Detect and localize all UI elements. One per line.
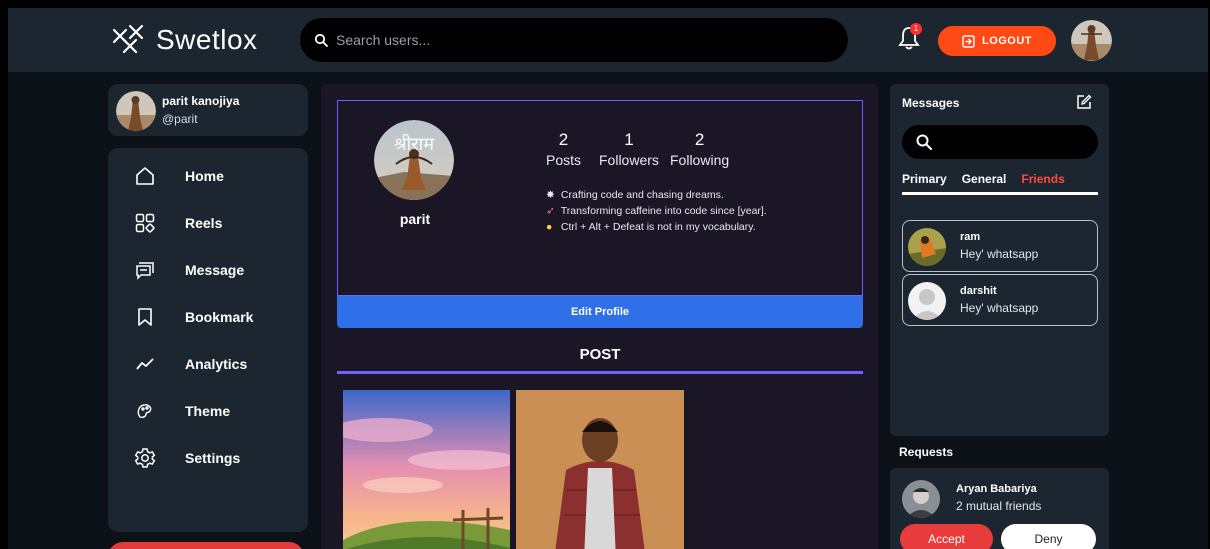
search-bar[interactable]: [300, 18, 848, 62]
app-frame: Swetlox 1 LOGOUT: [8, 8, 1208, 549]
logout-button[interactable]: LOGOUT: [938, 26, 1056, 56]
edit-profile-button[interactable]: Edit Profile: [337, 296, 863, 328]
avatar: [908, 228, 946, 266]
lightbulb-icon: ●: [546, 221, 553, 233]
sidebar-item-label: Bookmark: [185, 309, 254, 325]
notification-badge: 1: [910, 23, 922, 35]
sidebar-item-label: Reels: [185, 215, 223, 231]
stat-label: Following: [670, 152, 730, 168]
avatar: [116, 91, 156, 131]
sidebar-item-settings[interactable]: Settings: [108, 438, 308, 478]
tabs-underline: [902, 192, 1098, 195]
main-panel: श्रीराम parit 2 Posts 1 Followers 2 Foll…: [321, 84, 878, 549]
chat-name: ram: [960, 231, 981, 243]
sidebar-item-label: Theme: [185, 403, 231, 419]
logo-icon: [112, 24, 144, 54]
messages-tabs: Primary General Friends: [902, 172, 1098, 186]
avatar: [908, 282, 946, 320]
notifications-button[interactable]: 1: [898, 23, 922, 53]
settings-icon: [134, 447, 156, 469]
request-name: Aryan Babariya: [956, 483, 1037, 495]
sidebar-action-button[interactable]: [108, 542, 304, 549]
chat-preview: Hey' whatsapp: [960, 301, 1039, 315]
app-name: Swetlox: [156, 24, 258, 55]
search-icon: [314, 33, 328, 47]
profile-avatar[interactable]: श्रीराम: [374, 120, 454, 200]
header-avatar[interactable]: [1071, 20, 1112, 61]
friend-request-card: Aryan Babariya 2 mutual friends Accept D…: [890, 468, 1109, 549]
chat-preview: Hey' whatsapp: [960, 247, 1039, 261]
user-card[interactable]: parit kanojiya @parit: [108, 84, 308, 136]
accept-button[interactable]: Accept: [900, 524, 993, 549]
stat-value: 1: [624, 130, 634, 149]
messages-title: Messages: [902, 96, 960, 110]
avatar: [902, 480, 940, 518]
stat-label: Followers: [599, 152, 659, 168]
post-thumbnail[interactable]: [343, 390, 510, 549]
stat-following[interactable]: 2 Following: [670, 130, 729, 168]
sidebar-nav: Home Reels Message Bookmark Analytics Th…: [108, 148, 308, 532]
analytics-icon: [134, 353, 156, 375]
sidebar-item-label: Analytics: [185, 356, 248, 372]
stat-value: 2: [558, 130, 569, 149]
sidebar-item-bookmark[interactable]: Bookmark: [108, 297, 308, 337]
stat-value: 2: [694, 130, 705, 149]
top-bar: Swetlox 1 LOGOUT: [8, 8, 1208, 72]
profile-card: श्रीराम parit 2 Posts 1 Followers 2 Foll…: [337, 100, 863, 296]
rocket-icon: ➶: [546, 205, 555, 217]
tab-friends[interactable]: Friends: [1021, 172, 1064, 186]
sidebar-item-theme[interactable]: Theme: [108, 391, 308, 431]
stat-posts[interactable]: 2 Posts: [546, 130, 581, 168]
stat-followers[interactable]: 1 Followers: [599, 130, 659, 168]
sparkle-icon: ✸: [546, 189, 555, 201]
sidebar-item-analytics[interactable]: Analytics: [108, 344, 308, 384]
tab-general[interactable]: General: [962, 172, 1007, 186]
user-handle: @parit: [162, 112, 198, 126]
requests-title: Requests: [899, 445, 954, 459]
messages-search-input[interactable]: [902, 125, 1098, 159]
profile-name: parit: [399, 211, 431, 227]
posts-divider: [337, 371, 863, 374]
search-input[interactable]: [336, 32, 816, 48]
sidebar-item-label: Settings: [185, 450, 241, 466]
stat-label: Posts: [546, 152, 582, 168]
tab-primary[interactable]: Primary: [902, 172, 947, 186]
bio-line: Transforming caffeine into code since [y…: [560, 205, 767, 217]
logout-label: LOGOUT: [981, 35, 1033, 47]
bookmark-icon: [134, 306, 156, 328]
bio-line: Ctrl + Alt + Defeat is not in my vocabul…: [560, 221, 756, 233]
sidebar-item-label: Message: [185, 262, 245, 278]
logout-icon: [962, 34, 975, 48]
messages-panel: Messages Primary General Friends ram Hey…: [890, 84, 1109, 436]
sidebar-item-message[interactable]: Message: [108, 250, 308, 290]
chat-name: darshit: [960, 285, 997, 297]
request-mutual: 2 mutual friends: [956, 499, 1042, 513]
post-thumbnail[interactable]: [516, 390, 684, 549]
bio-line: Crafting code and chasing dreams.: [560, 189, 724, 201]
message-icon: [134, 259, 156, 281]
chat-item[interactable]: ram Hey' whatsapp: [902, 220, 1098, 272]
reels-icon: [134, 212, 156, 234]
sidebar-item-label: Home: [185, 168, 224, 184]
app-logo[interactable]: Swetlox: [108, 20, 258, 60]
profile-bio: ✸ Crafting code and chasing dreams. ➶ Tr…: [546, 187, 767, 235]
home-icon: [134, 165, 156, 187]
sidebar-item-home[interactable]: Home: [108, 156, 308, 196]
chat-item[interactable]: darshit Hey' whatsapp: [902, 274, 1098, 326]
theme-icon: [134, 400, 156, 422]
user-name: parit kanojiya: [162, 94, 240, 108]
posts-heading: POST: [579, 346, 621, 363]
compose-icon[interactable]: [1076, 94, 1092, 110]
search-icon: [916, 134, 932, 150]
sidebar-item-reels[interactable]: Reels: [108, 203, 308, 243]
deny-button[interactable]: Deny: [1001, 524, 1096, 549]
